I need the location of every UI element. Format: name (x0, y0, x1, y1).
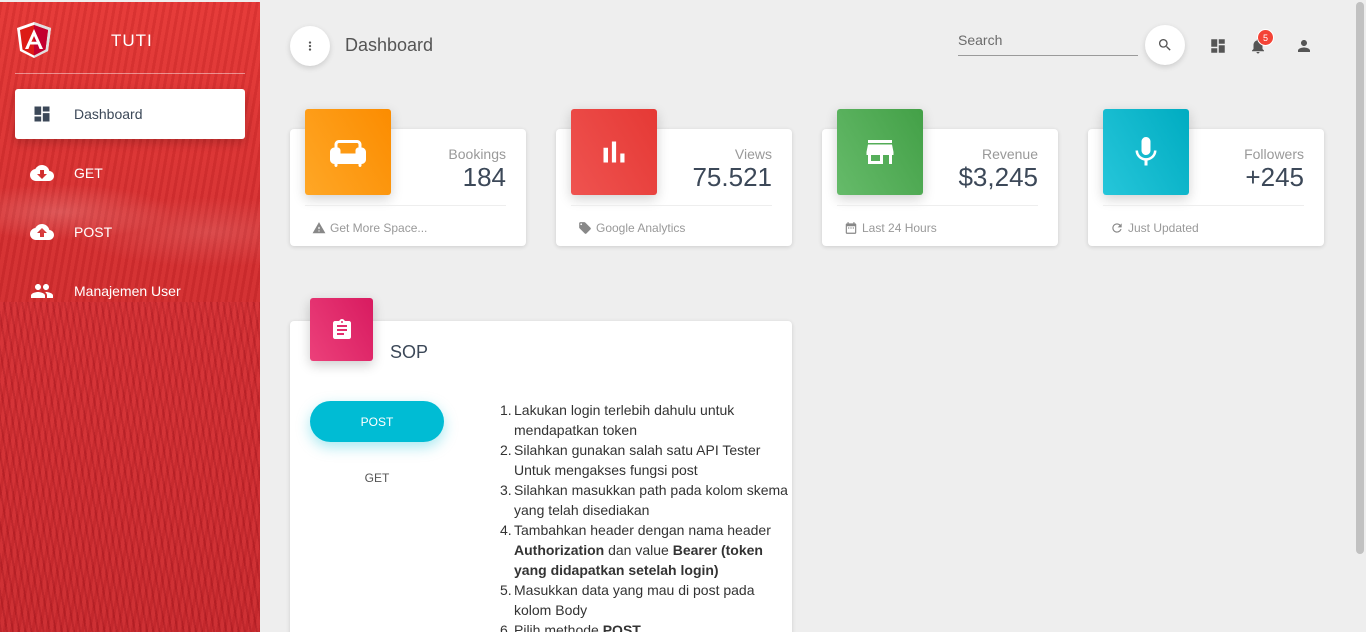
sop-steps-list: 1. Lakukan login terlebih dahulu untuk me… (500, 400, 790, 632)
angular-logo-icon (17, 22, 51, 58)
cloud-download-icon (30, 161, 54, 185)
refresh-icon (1109, 220, 1125, 236)
dashboard-icon (1211, 39, 1225, 53)
tag-icon (577, 220, 593, 236)
search-button[interactable] (1145, 25, 1185, 65)
sidebar-item-manajemen-user[interactable]: Manajemen User (15, 266, 245, 316)
stat-footer: Just Updated (1109, 220, 1199, 236)
calendar-icon (843, 220, 859, 236)
search-input[interactable] (958, 30, 1138, 48)
list-item: 2. Silahkan gunakan salah satu API Tester… (500, 442, 761, 478)
mic-icon (1135, 137, 1157, 166)
sidebar-item-label: Manajemen User (74, 283, 181, 299)
list-item: 4. Tambahkan header dengan nama header Au… (500, 522, 771, 578)
tab-post[interactable]: POST (310, 401, 444, 442)
sidebar-item-get[interactable]: GET (15, 148, 245, 198)
more-vert-icon (308, 41, 312, 51)
sidebar-item-label: Dashboard (74, 106, 143, 122)
sidebar-nav: Dashboard GET POST Manajemen User (0, 89, 260, 316)
list-item: 3. Silahkan masukkan path pada kolom skem… (500, 482, 788, 518)
list-item: 6. Pilih methode POST (500, 622, 641, 632)
sop-card: SOP POST GET 1. Lakukan login terlebih da… (290, 298, 792, 632)
stat-divider (1103, 205, 1304, 206)
sop-title: SOP (390, 342, 429, 362)
sidebar-item-dashboard[interactable]: Dashboard (15, 89, 245, 139)
stat-icon-box (571, 109, 657, 195)
stat-divider (837, 205, 1038, 206)
sidebar-item-label: GET (74, 165, 103, 181)
stat-divider (305, 205, 506, 206)
people-icon (30, 279, 54, 303)
stat-icon-box (1103, 109, 1189, 195)
stat-card-views: Views 75.521 Google Analytics (556, 109, 792, 246)
sop-icon-box (310, 298, 373, 361)
stat-value: +245 (1245, 162, 1304, 192)
stat-category: Views (734, 146, 772, 162)
stat-divider (571, 205, 772, 206)
search-field (958, 30, 1138, 56)
page-title[interactable]: Dashboard (345, 35, 433, 56)
stat-footer-text: Just Updated (1128, 221, 1199, 235)
tab-get[interactable]: GET (310, 466, 444, 490)
stat-category: Revenue (981, 146, 1038, 162)
sofa-icon (330, 140, 366, 167)
sidebar-background-field (0, 302, 260, 632)
sidebar: TUTI Dashboard GET POST Manajemen User (0, 2, 260, 632)
stat-value: 75.521 (692, 162, 772, 192)
stat-icon-box (837, 109, 923, 195)
clipboard-icon (332, 318, 351, 339)
person-icon (1298, 40, 1310, 52)
brand-name[interactable]: TUTI (111, 31, 153, 51)
sidebar-toggle-button[interactable] (290, 26, 330, 66)
stat-category: Bookings (448, 146, 506, 162)
list-item: 1. Lakukan login terlebih dahulu untuk me… (500, 402, 735, 438)
stat-footer-link[interactable]: Get More Space... (330, 221, 427, 235)
stat-footer-text: Google Analytics (596, 221, 686, 235)
store-icon (866, 140, 894, 164)
stat-footer-text: Last 24 Hours (862, 221, 937, 235)
stat-card-bookings: Bookings 184 Get More Space... (290, 109, 526, 246)
stat-footer: Last 24 Hours (843, 220, 937, 236)
stat-value: 184 (462, 162, 506, 192)
sidebar-logo-row: TUTI (15, 2, 245, 74)
dashboard-top-button[interactable] (1206, 34, 1230, 58)
cloud-upload-icon (30, 220, 54, 244)
user-profile-button[interactable] (1292, 34, 1316, 58)
bar-chart-icon (603, 141, 625, 163)
page-scrollbar[interactable] (1356, 2, 1364, 554)
sidebar-item-label: POST (74, 224, 113, 240)
search-icon (1159, 39, 1171, 51)
stat-category: Followers (1244, 146, 1304, 162)
stat-card-revenue: Revenue $3,245 Last 24 Hours (822, 109, 1058, 246)
sidebar-item-post[interactable]: POST (15, 207, 245, 257)
stat-footer: Get More Space... (311, 220, 427, 236)
notification-badge: 5 (1257, 29, 1274, 46)
warning-icon (311, 220, 327, 236)
stat-card-followers: Followers +245 Just Updated (1088, 109, 1324, 246)
dashboard-icon (30, 102, 54, 126)
list-item: 5. Masukkan data yang mau di post pada ko… (500, 582, 755, 618)
stat-value: $3,245 (958, 162, 1038, 192)
stat-icon-box (305, 109, 391, 195)
stat-footer: Google Analytics (577, 220, 685, 236)
